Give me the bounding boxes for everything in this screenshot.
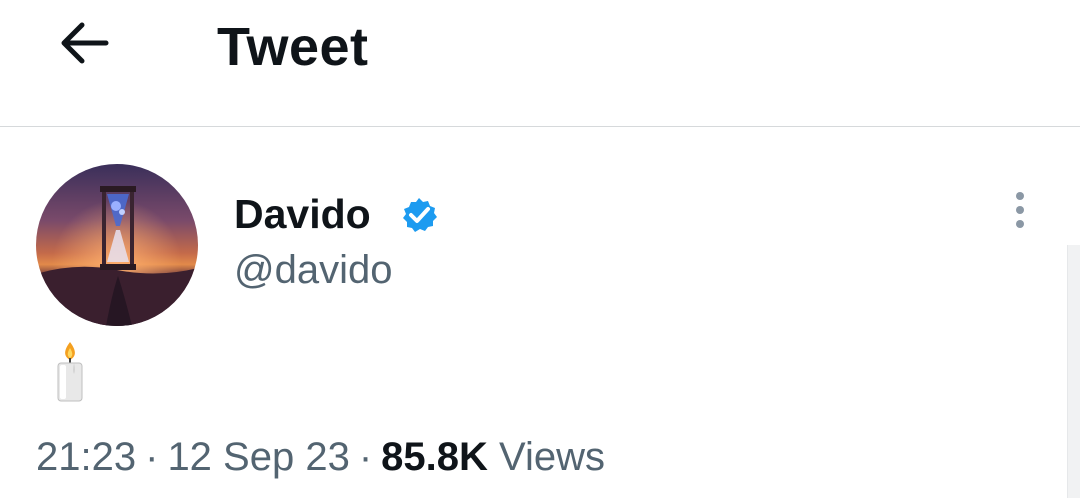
- meta-separator: ·: [358, 435, 373, 479]
- views-label: Views: [499, 435, 606, 479]
- scrollbar-track[interactable]: [1067, 245, 1080, 498]
- meta-separator: ·: [145, 435, 159, 479]
- more-options-button[interactable]: [996, 186, 1044, 238]
- tweet-date: 12 Sep 23: [167, 435, 350, 479]
- top-app-bar: Tweet: [0, 0, 1080, 127]
- tweet-text: [50, 338, 100, 406]
- page-title: Tweet: [217, 17, 369, 77]
- verified-badge-icon: [400, 196, 438, 234]
- arrow-left-icon: [58, 21, 110, 70]
- more-vertical-icon: [1014, 188, 1026, 237]
- author-display-name[interactable]: Davido: [234, 188, 371, 240]
- candle-emoji-icon: [50, 342, 90, 408]
- author-handle[interactable]: @davido: [234, 244, 392, 296]
- back-button[interactable]: [44, 13, 124, 77]
- tweet-time: 21:23: [36, 435, 137, 479]
- avatar[interactable]: [36, 164, 198, 326]
- tweet-meta: 21:23 · 12 Sep 23 · 85.8K Views: [36, 432, 605, 482]
- views-count[interactable]: 85.8K: [381, 435, 488, 479]
